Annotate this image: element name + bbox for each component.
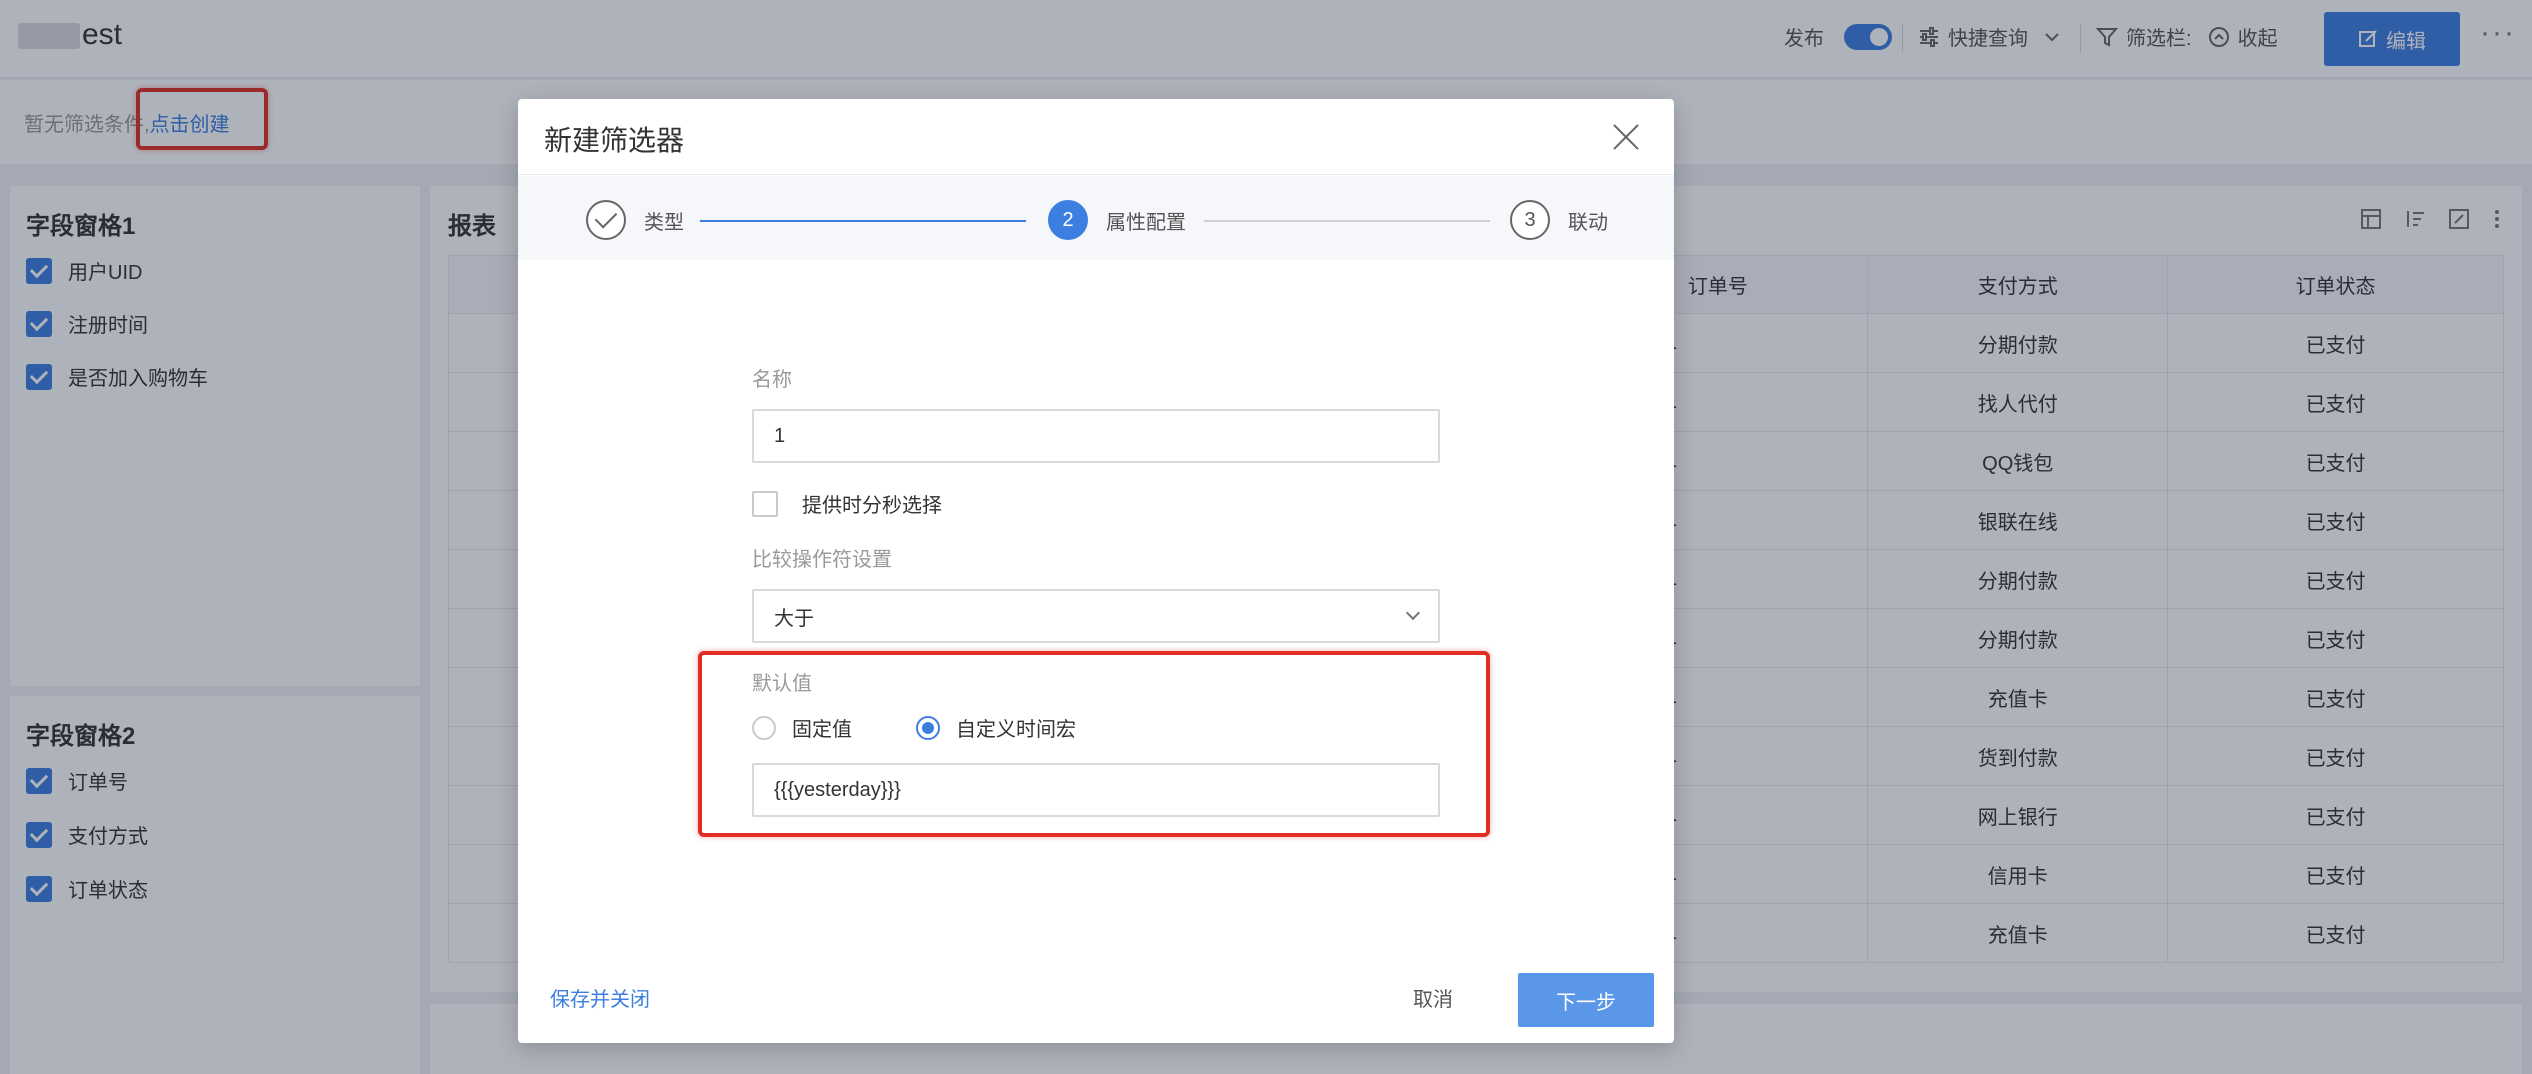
step-number: 2 [1048, 200, 1088, 240]
checkbox-unchecked-icon[interactable] [752, 490, 778, 517]
operator-selected-value: 大于 [774, 607, 814, 630]
name-input[interactable]: 1 [752, 409, 1440, 463]
check-icon [586, 200, 626, 240]
hms-checkbox-row[interactable]: 提供时分秒选择 [752, 489, 942, 518]
step-linkage: 3 联动 [1510, 200, 1608, 240]
dialog-title: 新建筛选器 [544, 125, 685, 156]
stepper: 类型 2 属性配置 3 联动 [518, 176, 1674, 260]
step-connector-done [700, 220, 1026, 222]
operator-label: 比较操作符设置 [752, 549, 892, 571]
save-and-close-link[interactable]: 保存并关闭 [550, 983, 650, 1012]
step-attribute-config: 2 属性配置 [1048, 200, 1186, 240]
step-type: 类型 [586, 200, 684, 240]
step-connector [1204, 220, 1490, 222]
operator-select[interactable]: 大于 [752, 589, 1440, 643]
cancel-button[interactable]: 取消 [1413, 983, 1453, 1012]
name-label: 名称 [752, 369, 792, 391]
highlight-default-value [698, 651, 1490, 837]
chevron-down-icon [1405, 605, 1421, 621]
step-number: 3 [1510, 200, 1550, 240]
hms-checkbox-label: 提供时分秒选择 [802, 495, 942, 517]
next-step-button[interactable]: 下一步 [1518, 973, 1654, 1027]
dialog-header: 新建筛选器 [518, 99, 1674, 175]
close-icon[interactable] [1612, 123, 1640, 151]
new-filter-dialog: 新建筛选器 类型 2 属性配置 3 联动 名称 1 提供时分秒选择 比较操作符设… [518, 99, 1674, 1043]
